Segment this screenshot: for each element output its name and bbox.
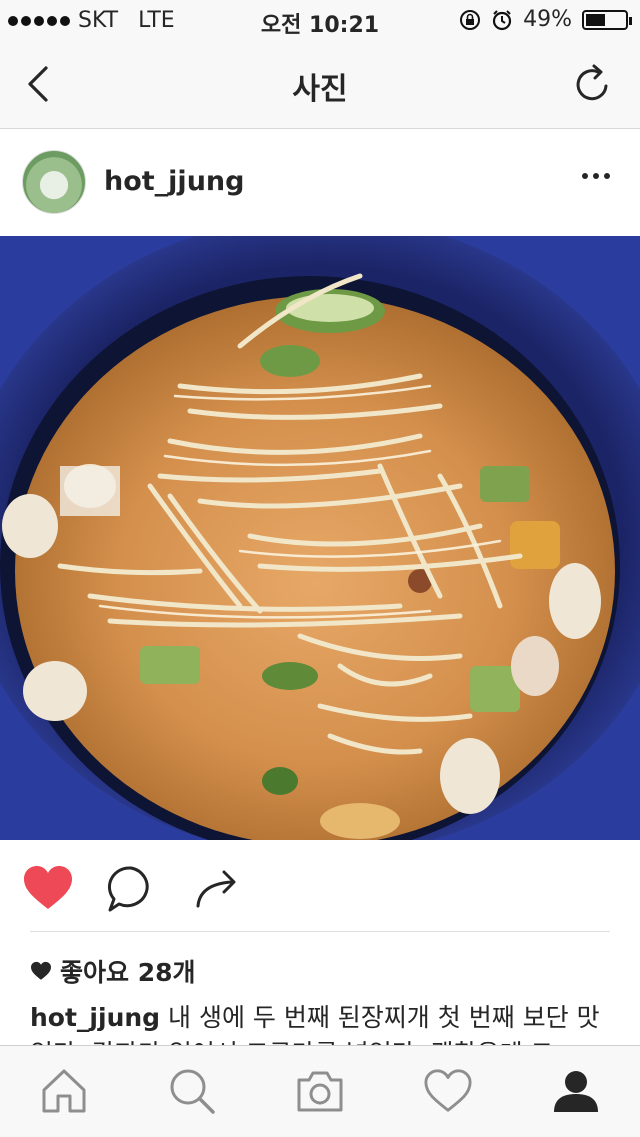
activity-heart-icon[interactable] (423, 1066, 473, 1116)
share-arrow-icon[interactable] (194, 866, 238, 910)
nav-bar: 사진 (0, 40, 640, 129)
small-heart-icon (31, 961, 51, 980)
refresh-icon[interactable] (574, 60, 614, 108)
stew-photo-image (0, 236, 640, 840)
divider (30, 931, 610, 932)
search-icon[interactable] (167, 1066, 217, 1116)
comment-icon[interactable] (106, 864, 156, 914)
profile-icon[interactable] (551, 1066, 601, 1116)
status-right: 49% (459, 7, 632, 32)
post-photo[interactable] (0, 236, 640, 840)
likes-label: 좋아요 28개 (60, 958, 196, 987)
rotation-lock-icon (460, 9, 481, 30)
like-heart-icon[interactable] (22, 864, 74, 912)
tab-bar (0, 1045, 640, 1137)
likes-count[interactable]: 좋아요 28개 (30, 953, 196, 989)
avatar[interactable] (22, 150, 86, 214)
home-icon[interactable] (39, 1066, 89, 1116)
battery-icon (582, 9, 632, 30)
page-title: 사진 (292, 72, 348, 107)
post-caption: hot_jjung 내 생에 두 번째 된장찌개 첫 번째 보단 맛있다. 감자… (30, 1000, 620, 1046)
post-header: hot_jjung (0, 129, 640, 235)
status-bar: SKT LTE 오전 10:21 49% (0, 0, 640, 40)
more-options-icon[interactable] (582, 173, 610, 179)
caption-username[interactable]: hot_jjung (30, 1003, 160, 1032)
post-username[interactable]: hot_jjung (104, 166, 244, 197)
battery-percent: 49% (523, 7, 572, 32)
alarm-icon (492, 9, 512, 30)
camera-icon[interactable] (295, 1066, 345, 1116)
post-actions (0, 846, 640, 930)
